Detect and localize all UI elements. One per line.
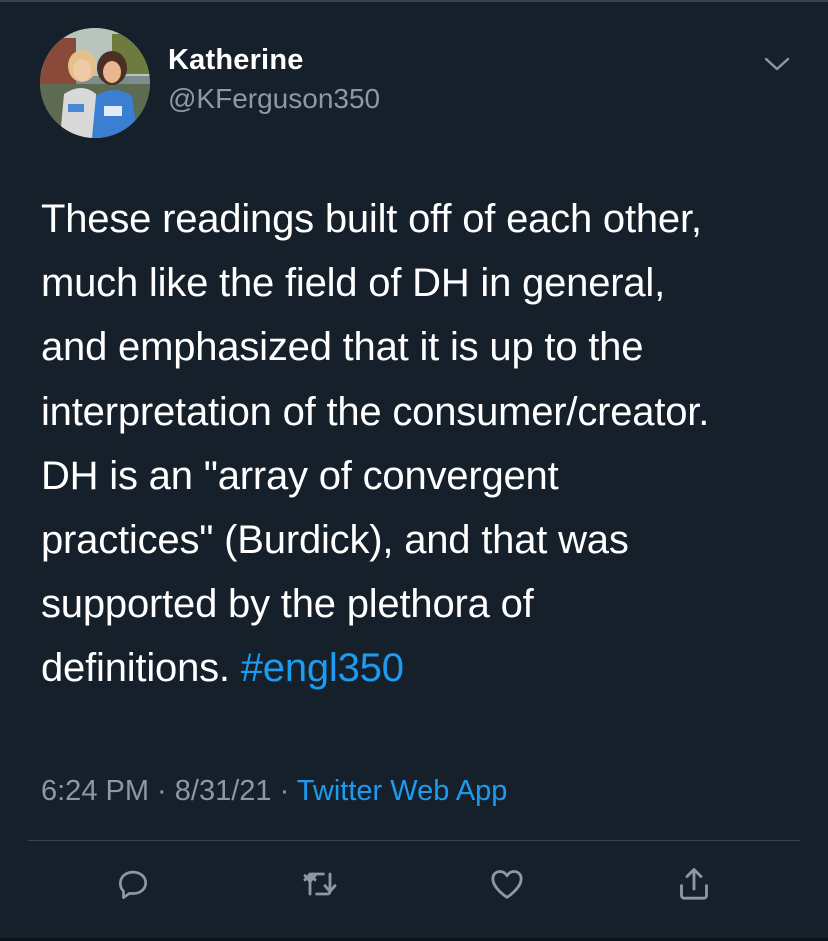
tweet-text-line: practices" (Burdick), and that was [41, 517, 629, 562]
author-handle[interactable]: @KFerguson350 [168, 82, 380, 116]
tweet-text-last-line: definitions. #engl350 [41, 636, 801, 700]
meta-separator: · [149, 775, 175, 807]
tweet-text-line: definitions. [41, 646, 241, 691]
tweet-time: 6:24 PM [41, 775, 149, 807]
tweet-text-line: much like the field of DH in general, [41, 261, 666, 306]
share-button[interactable] [672, 862, 716, 906]
tweet-text: These readings built off of each other, … [41, 187, 801, 701]
tweet-text-line: supported by the plethora of [41, 582, 534, 627]
reply-icon [118, 870, 148, 899]
tweet-text-line: These readings built off of each other, [41, 197, 702, 241]
like-icon [491, 870, 523, 899]
tweet-source-link[interactable]: Twitter Web App [297, 775, 508, 807]
chevron-down-icon[interactable] [762, 52, 792, 76]
tweet-text-line: DH is an "array of convergent [41, 453, 559, 498]
meta-separator: · [271, 775, 297, 807]
retweet-button[interactable] [298, 862, 342, 906]
avatar[interactable] [40, 28, 150, 138]
share-icon [680, 868, 708, 900]
avatar-photo [40, 28, 150, 138]
retweet-icon [303, 872, 337, 896]
tweet-meta: 6:24 PM · 8/31/21 · Twitter Web App [41, 773, 507, 809]
top-border [0, 0, 828, 2]
author-display-name[interactable]: Katherine [168, 42, 304, 78]
hashtag-link[interactable]: #engl350 [241, 646, 404, 690]
divider [28, 840, 800, 841]
like-button[interactable] [485, 862, 529, 906]
reply-button[interactable] [111, 862, 155, 906]
tweet-date: 8/31/21 [174, 775, 272, 807]
tweet-text-line: and emphasized that it is up to the [41, 325, 644, 370]
tweet-text-line: interpretation of the consumer/creator. [41, 389, 710, 434]
